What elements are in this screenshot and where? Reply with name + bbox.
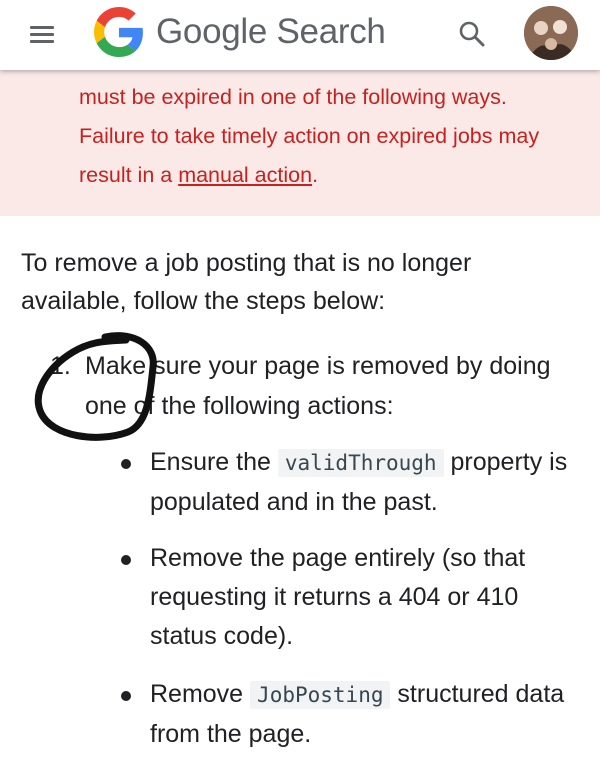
jobposting-code: JobPosting <box>250 681 391 709</box>
warning-line: result in a manual action. <box>79 156 580 195</box>
search-icon[interactable] <box>450 12 494 56</box>
manual-action-link[interactable]: manual action <box>178 163 312 187</box>
avatar-photo-icon <box>524 6 578 60</box>
warning-line: must be expired in one of the following … <box>79 85 507 109</box>
warning-line: Failure to take timely action on expired… <box>79 124 540 148</box>
google-g-logo-icon[interactable] <box>94 6 144 58</box>
valid-through-code: validThrough <box>277 449 444 477</box>
list-item-text-start: Remove <box>150 680 251 708</box>
list-item-text: Remove JobPosting structured data from t… <box>150 675 580 754</box>
warning-text: . <box>312 163 319 187</box>
list-item-text: Ensure the validThrough property is popu… <box>150 443 580 522</box>
bullet-icon <box>121 691 131 701</box>
bullet-icon <box>121 555 131 565</box>
menu-button[interactable] <box>22 18 62 50</box>
menu-icon-bar <box>30 26 54 29</box>
intro-paragraph: To remove a job posting that is no longe… <box>21 249 472 315</box>
user-avatar[interactable] <box>524 6 578 60</box>
list-item-text-start: Ensure the <box>150 448 278 476</box>
expired-jobs-warning: must be expired in one of the following … <box>0 70 600 216</box>
menu-icon-bar <box>30 40 54 43</box>
step-text: Make sure your page is removed by doing … <box>85 352 551 420</box>
brand-title[interactable]: Google Search <box>156 10 386 54</box>
list-item-text: Remove the page entirely (so that reques… <box>150 544 526 650</box>
top-app-bar: Google Search <box>0 0 600 70</box>
warning-text: result in a <box>79 163 179 187</box>
bullet-icon <box>121 459 131 469</box>
menu-icon-bar <box>30 33 54 36</box>
step-number: 1. <box>50 352 71 380</box>
